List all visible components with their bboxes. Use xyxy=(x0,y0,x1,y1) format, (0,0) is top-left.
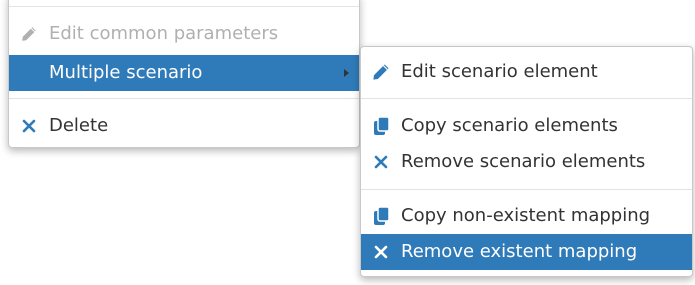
submenu: Edit scenario element Copy scenario elem… xyxy=(360,46,693,277)
menu-item-edit-common-parameters[interactable]: Edit common parameters xyxy=(9,16,359,52)
submenu-item-copy-non-existent-mapping[interactable]: Copy non-existent mapping xyxy=(361,198,692,234)
menu-divider xyxy=(361,98,692,99)
close-icon xyxy=(371,234,391,270)
menu-item-label: Delete xyxy=(49,115,109,136)
context-menu: Edit common parameters Multiple scenario… xyxy=(8,0,360,148)
menu-item-label: Multiple scenario xyxy=(49,62,203,83)
copy-icon xyxy=(371,198,391,234)
menu-item-multiple-scenario[interactable]: Multiple scenario xyxy=(9,55,359,91)
menu-item-label: Remove existent mapping xyxy=(401,241,638,262)
submenu-item-edit-scenario-element[interactable]: Edit scenario element xyxy=(361,54,692,90)
close-icon xyxy=(19,108,39,144)
menu-item-delete[interactable]: Delete xyxy=(9,108,359,144)
menu-item-label: Edit common parameters xyxy=(49,23,279,44)
pencil-icon xyxy=(19,16,39,52)
menu-divider xyxy=(9,98,359,99)
menu-item-label: Remove scenario elements xyxy=(401,151,646,172)
menu-divider xyxy=(361,189,692,190)
copy-icon xyxy=(371,108,391,144)
menu-item-label: Edit scenario element xyxy=(401,61,598,82)
menu-item-label: Copy scenario elements xyxy=(401,115,618,136)
submenu-item-remove-existent-mapping[interactable]: Remove existent mapping xyxy=(361,234,692,270)
submenu-item-remove-scenario-elements[interactable]: Remove scenario elements xyxy=(361,144,692,180)
pencil-icon xyxy=(371,54,391,90)
close-icon xyxy=(371,144,391,180)
submenu-caret-icon xyxy=(344,69,349,77)
menu-divider xyxy=(9,6,359,7)
submenu-item-copy-scenario-elements[interactable]: Copy scenario elements xyxy=(361,108,692,144)
menu-item-label: Copy non-existent mapping xyxy=(401,205,651,226)
